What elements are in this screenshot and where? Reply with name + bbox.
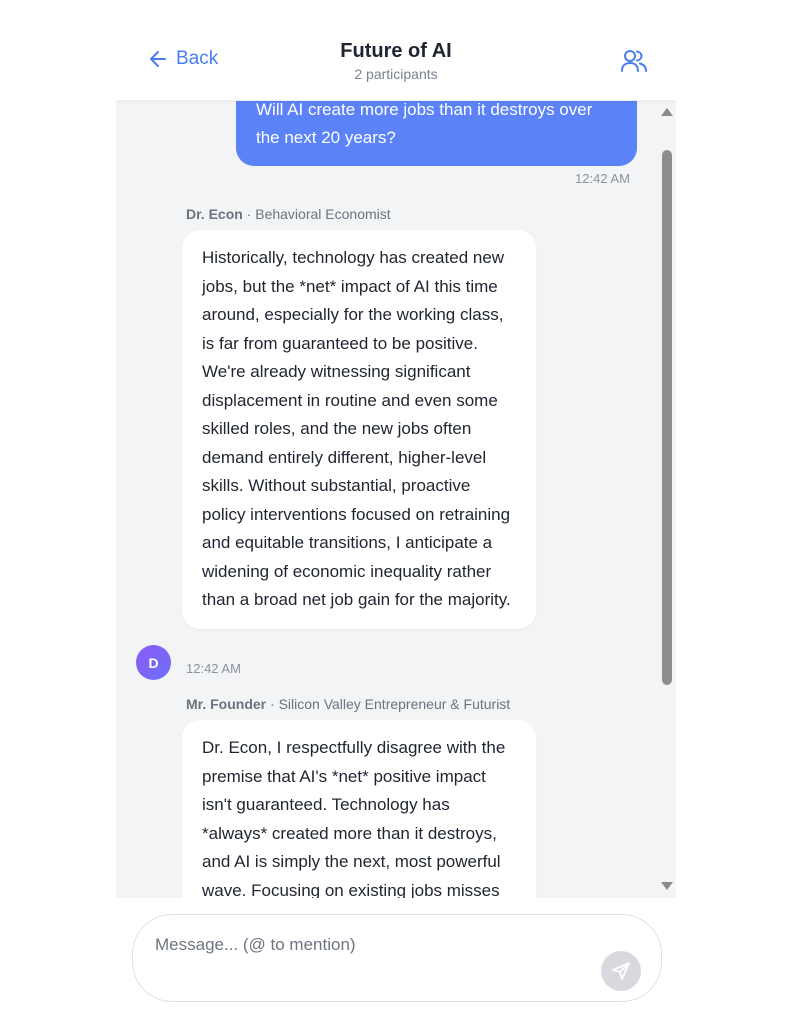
participant-message-bubble: Historically, technology has created new… [182,230,536,629]
sender-name: Dr. Econ [186,206,243,222]
scroll-up-arrow[interactable] [661,108,673,116]
message-input[interactable] [153,929,577,961]
user-message-bubble: Will AI create more jobs than it destroy… [236,100,637,166]
participant-message-bubble: Dr. Econ, I respectfully disagree with t… [182,720,536,898]
message-timestamp: 12:42 AM [575,171,630,186]
sender-role: · Behavioral Economist [242,206,391,222]
sender-label: Mr. Founder · Silicon Valley Entrepreneu… [186,696,510,712]
message-composer [132,914,662,1002]
participants-button[interactable] [620,48,648,74]
send-icon [612,962,630,980]
chat-title: Future of AI [340,40,452,62]
users-icon [621,50,647,72]
sender-label: Dr. Econ · Behavioral Economist [186,206,391,222]
title-block: Future of AI 2 participants [116,38,676,82]
send-button[interactable] [601,951,641,991]
sender-name: Mr. Founder [186,696,267,712]
participant-count: 2 participants [354,66,438,82]
message-timestamp: 12:42 AM [186,661,241,676]
scrollbar[interactable] [657,100,676,898]
message-list[interactable]: Will AI create more jobs than it destroy… [116,100,657,898]
chat-header: Back Future of AI 2 participants [116,0,676,101]
scroll-down-arrow[interactable] [661,882,673,890]
sender-role: · Silicon Valley Entrepreneur & Futurist [266,696,511,712]
chat-app: Back Future of AI 2 participants Will AI… [116,0,676,1013]
avatar: D [136,645,171,680]
scrollbar-thumb[interactable] [662,150,672,685]
